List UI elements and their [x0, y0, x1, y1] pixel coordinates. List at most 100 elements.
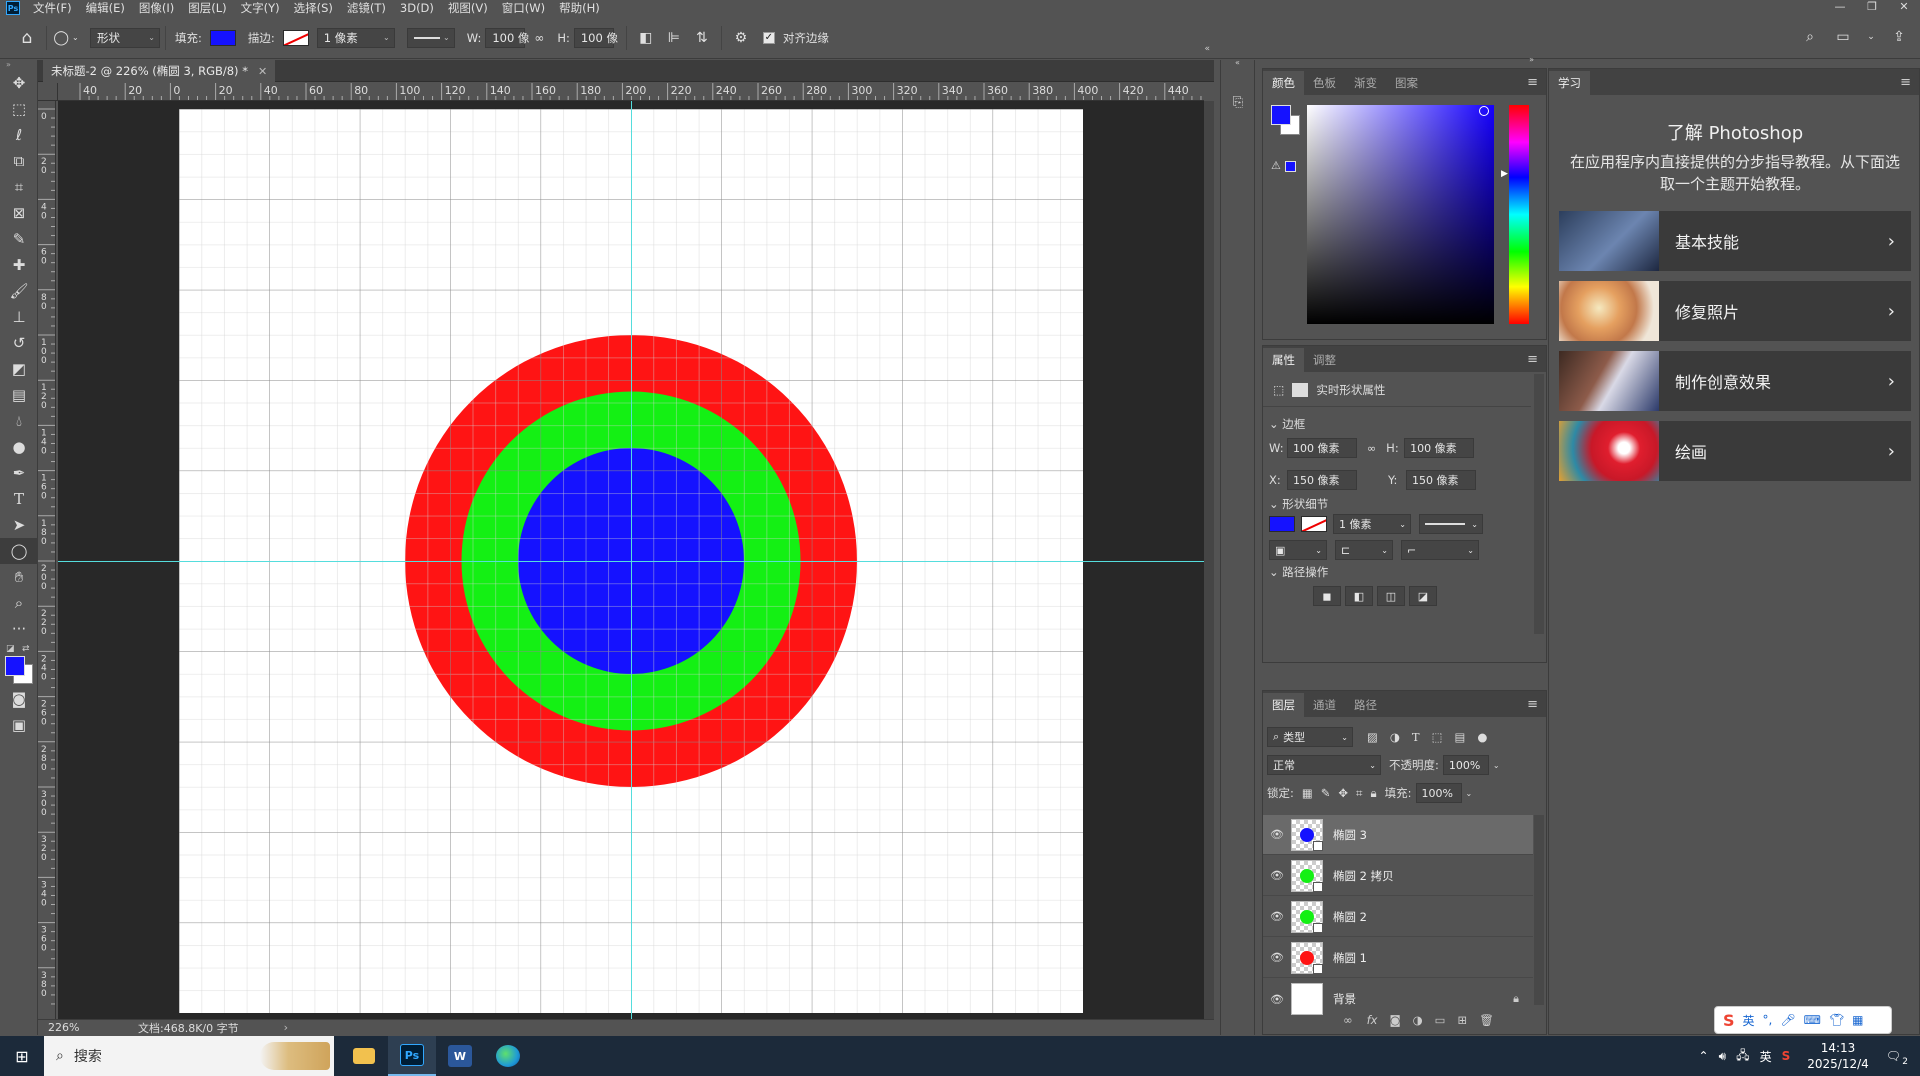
- frame-tool-icon[interactable]: ⊠: [0, 200, 38, 226]
- ellipse-tool-icon[interactable]: ◯: [0, 538, 38, 564]
- width-field[interactable]: 100 像素: [1287, 438, 1357, 458]
- workspace-icon[interactable]: ▭: [1832, 26, 1854, 48]
- eraser-tool-icon[interactable]: ◩: [0, 356, 38, 382]
- layer-row[interactable]: 👁︎ 椭圆 3: [1263, 815, 1533, 855]
- link-icon[interactable]: ∞: [1367, 442, 1376, 455]
- shape-mode-dropdown[interactable]: 形状 ⌄: [90, 27, 160, 48]
- history-panel-icon[interactable]: ⎘: [1221, 87, 1255, 117]
- path-select-tool-icon[interactable]: ➤: [0, 512, 38, 538]
- filter-toggle-icon[interactable]: ●: [1477, 730, 1487, 744]
- menu-layer[interactable]: 图层(L): [181, 0, 233, 16]
- layer-row[interactable]: 👁︎ 椭圆 2: [1263, 897, 1533, 937]
- marquee-tool-icon[interactable]: ⬚: [0, 96, 38, 122]
- learn-card-painting[interactable]: 绘画 ›: [1559, 421, 1911, 481]
- gear-icon[interactable]: ⚙: [730, 27, 752, 49]
- x-position-field[interactable]: 150 像素: [1287, 470, 1357, 490]
- photoshop-app[interactable]: Ps: [388, 1036, 436, 1076]
- panel-menu-icon[interactable]: ≡: [1527, 75, 1538, 90]
- chevron-down-icon[interactable]: ⌄: [1493, 761, 1500, 770]
- vertical-guide[interactable]: [631, 101, 632, 1019]
- filter-type-icon[interactable]: T: [1412, 730, 1420, 744]
- collapse-icon[interactable]: »: [0, 60, 37, 70]
- stroke-align-dropdown[interactable]: ▣ ⌄: [1269, 540, 1327, 560]
- keyboard-icon[interactable]: ⌨: [1804, 1013, 1821, 1027]
- layer-name[interactable]: 椭圆 2: [1333, 909, 1367, 925]
- menu-help[interactable]: 帮助(H): [552, 0, 607, 16]
- word-app[interactable]: W: [436, 1036, 484, 1076]
- gamut-warning-icon[interactable]: ⚠: [1271, 159, 1281, 172]
- tab-paths[interactable]: 路径: [1345, 693, 1386, 717]
- home-icon[interactable]: ⌂: [16, 27, 38, 49]
- exclude-overlap-button[interactable]: ◪: [1409, 586, 1437, 606]
- link-icon[interactable]: ∞: [528, 27, 550, 49]
- menu-filter[interactable]: 滤镜(T): [340, 0, 393, 16]
- document-tab[interactable]: 未标题-2 @ 226% (椭圆 3, RGB/8) * ✕: [43, 60, 276, 82]
- panel-menu-icon[interactable]: ≡: [1527, 697, 1538, 712]
- add-mask-icon[interactable]: ◙: [1389, 1013, 1400, 1027]
- learn-card-basic-skills[interactable]: 基本技能 ›: [1559, 211, 1911, 271]
- zoom-tool-icon[interactable]: ⌕: [0, 590, 38, 616]
- color-field[interactable]: [1307, 105, 1494, 324]
- properties-scrollbar[interactable]: [1534, 374, 1544, 634]
- menu-window[interactable]: 窗口(W): [495, 0, 552, 16]
- hand-tool-icon[interactable]: ✋︎: [0, 564, 38, 590]
- tab-learn[interactable]: 学习: [1549, 71, 1590, 95]
- chevron-down-icon[interactable]: ⌄: [1466, 789, 1473, 798]
- minimize-icon[interactable]: —: [1824, 0, 1856, 16]
- close-icon[interactable]: ✕: [258, 65, 267, 78]
- visibility-eye-icon[interactable]: 👁︎: [1263, 910, 1291, 923]
- hue-slider-handle[interactable]: ▶: [1501, 169, 1508, 179]
- horizontal-ruler[interactable]: 40 20 0 20 40 60 80 100 120 140 160 180 200 220 240 260…: [58, 83, 1204, 101]
- windows-start-icon[interactable]: ⊞: [0, 1036, 44, 1076]
- filter-pixel-icon[interactable]: ▨: [1367, 730, 1378, 744]
- punctuation-icon[interactable]: °,: [1763, 1013, 1773, 1027]
- network-icon[interactable]: 🖧︎: [1731, 1046, 1754, 1067]
- taskbar-search-box[interactable]: ⌕ 搜索: [44, 1036, 334, 1076]
- menu-3d[interactable]: 3D(D): [393, 1, 441, 15]
- fill-field[interactable]: 100%: [1415, 783, 1462, 803]
- object-select-tool-icon[interactable]: ⧉: [0, 148, 38, 174]
- sogou-logo-icon[interactable]: S: [1723, 1011, 1735, 1030]
- new-layer-icon[interactable]: ⊞: [1458, 1013, 1468, 1027]
- web-safe-color-swatch[interactable]: [1285, 161, 1296, 172]
- layer-row[interactable]: 👁︎ 椭圆 2 拷贝: [1263, 856, 1533, 896]
- shape-fill-swatch[interactable]: [1269, 516, 1295, 532]
- toolbox-icon[interactable]: ▦: [1852, 1013, 1863, 1027]
- filter-smart-object-icon[interactable]: ▤: [1454, 730, 1465, 744]
- bounds-section-title[interactable]: ⌄ 边框: [1269, 416, 1305, 432]
- visibility-eye-icon[interactable]: 👁︎: [1263, 828, 1291, 841]
- chevron-down-icon[interactable]: ⌄: [1860, 26, 1882, 48]
- more-tools-icon[interactable]: ···: [0, 616, 38, 642]
- dodge-tool-icon[interactable]: ●: [0, 434, 38, 460]
- tab-properties[interactable]: 属性: [1263, 348, 1304, 372]
- brush-tool-icon[interactable]: 🖌︎: [0, 278, 38, 304]
- chevron-up-icon[interactable]: ⌃: [1694, 1049, 1714, 1063]
- status-menu-arrow[interactable]: ›: [284, 1021, 288, 1034]
- search-icon[interactable]: ⌕: [1799, 26, 1821, 48]
- mask-icon[interactable]: [1292, 383, 1309, 397]
- restore-icon[interactable]: ❐: [1856, 0, 1888, 16]
- tab-color[interactable]: 颜色: [1263, 71, 1304, 95]
- eyedropper-tool-icon[interactable]: ✎: [0, 226, 38, 252]
- visibility-eye-icon[interactable]: 👁︎: [1263, 993, 1291, 1006]
- menu-edit[interactable]: 编辑(E): [79, 0, 132, 16]
- stroke-color-swatch[interactable]: [282, 29, 309, 46]
- subtract-shape-button[interactable]: ◧: [1345, 586, 1373, 606]
- clock[interactable]: 14:13 2025/12/4: [1795, 1040, 1881, 1072]
- input-language[interactable]: 英: [1755, 1048, 1777, 1065]
- tab-patterns[interactable]: 图案: [1386, 71, 1427, 95]
- collapse-icon[interactable]: »: [1264, 55, 1534, 64]
- intersect-shapes-button[interactable]: ◫: [1377, 586, 1405, 606]
- blur-tool-icon[interactable]: 💧︎: [0, 408, 38, 434]
- edge-app[interactable]: [484, 1036, 532, 1076]
- hue-slider[interactable]: [1509, 105, 1529, 324]
- layer-name[interactable]: 背景: [1333, 991, 1356, 1007]
- layer-name[interactable]: 椭圆 1: [1333, 950, 1367, 966]
- quick-mask-icon[interactable]: ◙: [0, 686, 38, 712]
- vertical-scrollbar[interactable]: [1204, 101, 1214, 1019]
- height-input[interactable]: 100 像: [573, 27, 618, 48]
- volume-icon[interactable]: 🔊︎: [1714, 1049, 1732, 1064]
- shape-stroke-swatch[interactable]: [1301, 516, 1327, 532]
- stroke-caps-dropdown[interactable]: ⊏ ⌄: [1335, 540, 1393, 560]
- move-tool-icon[interactable]: ✥: [0, 70, 38, 96]
